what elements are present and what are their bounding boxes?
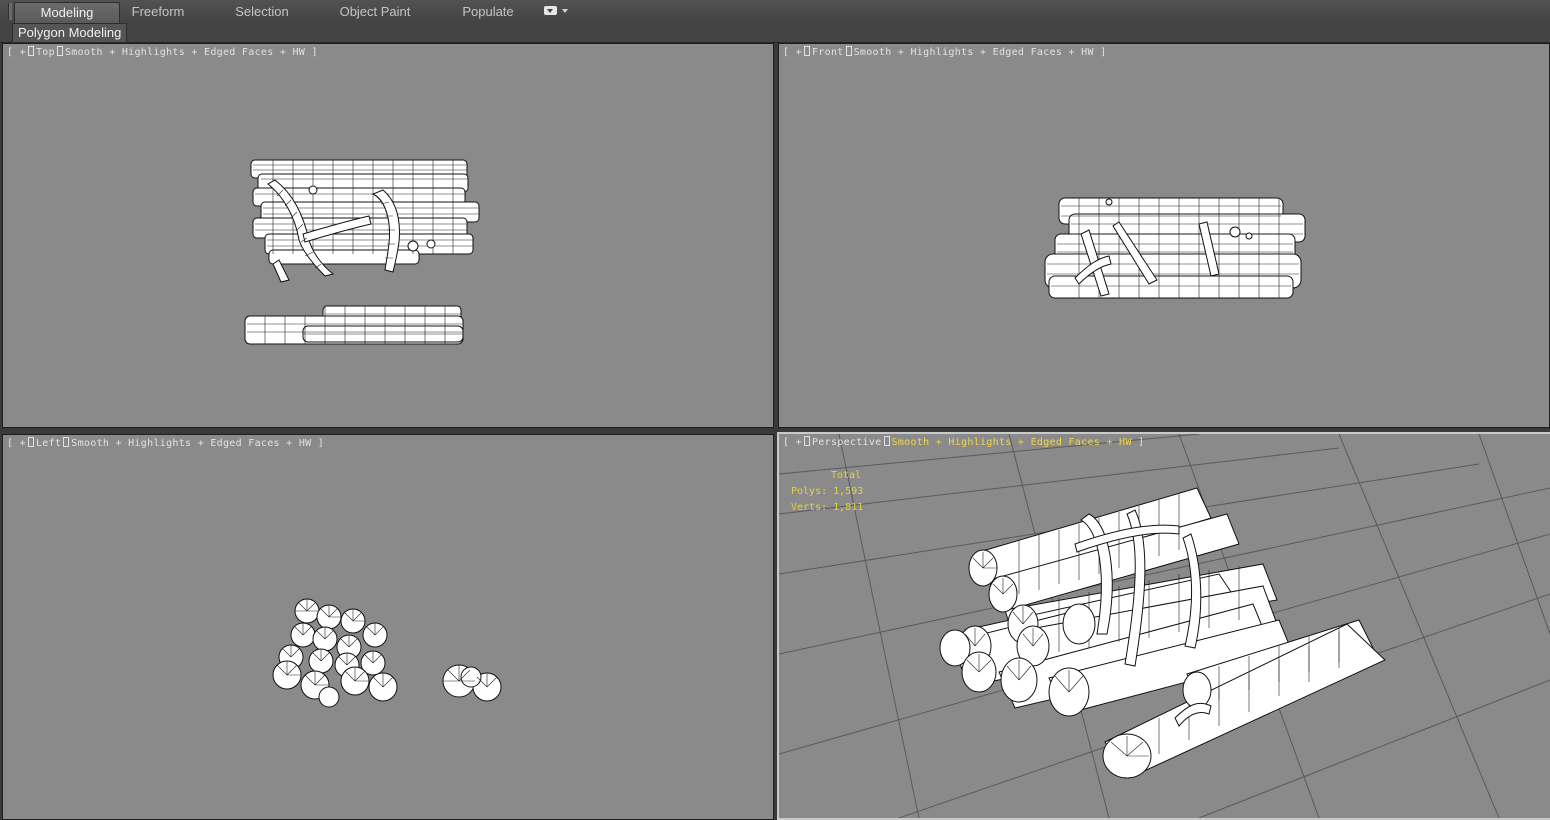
left-view-log-ends-wireframe [272, 598, 502, 708]
polygon-modeling-panel-button[interactable]: Polygon Modeling [12, 23, 128, 43]
ribbon-options-button[interactable] [544, 6, 557, 15]
top-view-logs-wireframe [244, 159, 480, 345]
ribbon-grip[interactable] [8, 3, 12, 20]
viewport-left[interactable]: [ + Left Smooth + Highlights + Edged Faces… [2, 434, 774, 820]
tab-populate[interactable]: Populate [450, 2, 526, 22]
tab-object-paint[interactable]: Object Paint [330, 2, 420, 22]
perspective-logs-wireframe [939, 487, 1386, 779]
dropdown-options-icon[interactable] [544, 6, 568, 18]
viewport-top[interactable]: [ + Top Smooth + Highlights + Edged Faces … [2, 43, 774, 428]
ribbon-panel-bar: Polygon Modeling [0, 23, 1550, 43]
front-view-logs-wireframe [1044, 197, 1306, 299]
viewport-front[interactable]: [ + Front Smooth + Highlights + Edged Face… [778, 43, 1550, 428]
tab-modeling[interactable]: Modeling [14, 2, 120, 23]
tab-selection[interactable]: Selection [222, 2, 302, 22]
ribbon-tab-bar: Modeling Freeform Selection Object Paint… [0, 0, 1550, 24]
tab-freeform[interactable]: Freeform [118, 2, 198, 22]
viewport-perspective[interactable]: [ + Perspective Smooth + Highlights + Edge… [777, 432, 1550, 820]
chevron-down-icon[interactable] [562, 9, 568, 13]
